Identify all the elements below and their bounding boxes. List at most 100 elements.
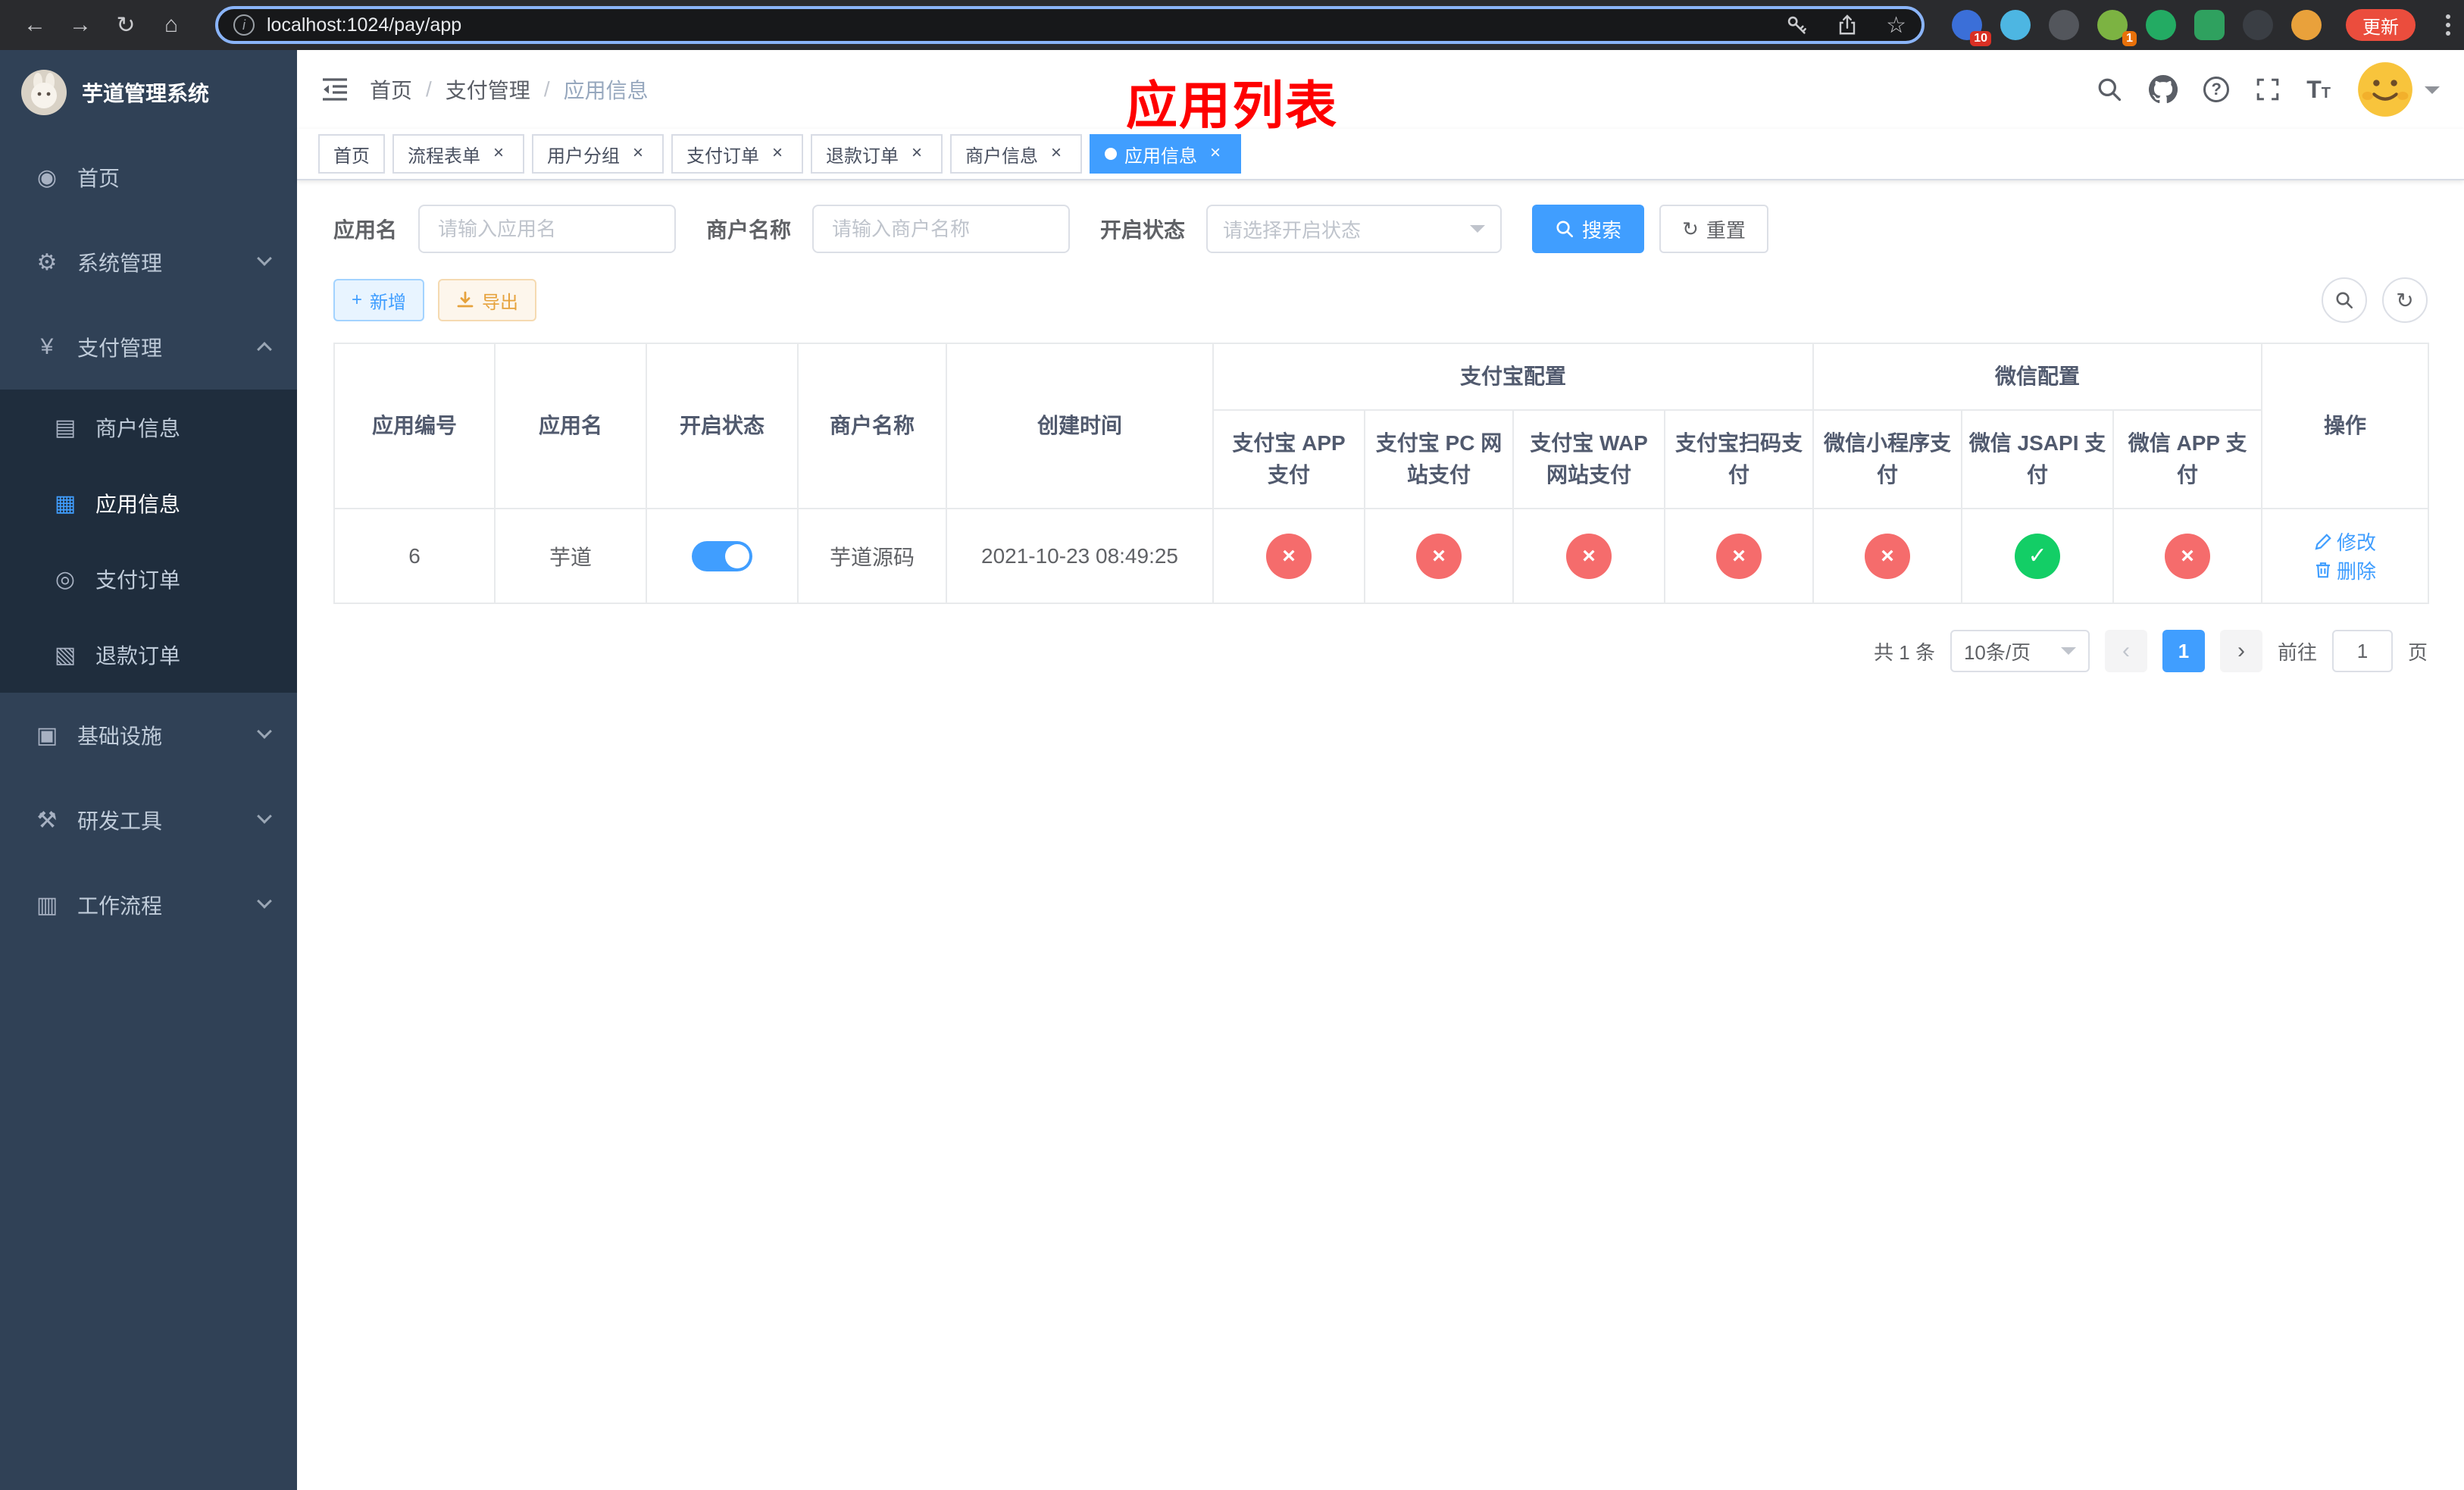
page-number-1[interactable]: 1: [2162, 630, 2205, 672]
browser-back-icon[interactable]: ←: [15, 5, 55, 45]
trash-icon: [2316, 562, 2331, 578]
export-button[interactable]: 导出: [438, 279, 537, 321]
chevron-down-icon: [1470, 225, 1486, 240]
sidebar-item-refund-order[interactable]: ▧ 退款订单: [0, 617, 297, 693]
sidebar-item-devtools[interactable]: ⚒ 研发工具: [0, 778, 297, 862]
address-bar[interactable]: i localhost:1024/pay/app ☆: [215, 6, 1925, 44]
status-select[interactable]: 请选择开启状态: [1206, 205, 1502, 253]
chevron-down-icon: [257, 251, 272, 266]
sidebar-item-app-info[interactable]: ▦ 应用信息: [0, 465, 297, 541]
merchant-name-input[interactable]: [812, 205, 1071, 253]
goto-page-input[interactable]: [2331, 630, 2393, 672]
col-status: 开启状态: [646, 343, 799, 509]
app-name-input[interactable]: [418, 205, 677, 253]
tab-close-icon[interactable]: ×: [767, 143, 788, 164]
breadcrumb-home[interactable]: 首页: [370, 74, 412, 105]
url-text[interactable]: localhost:1024/pay/app: [267, 14, 1757, 36]
sidebar-item-system[interactable]: ⚙ 系统管理: [0, 220, 297, 305]
sidebar-item-infrastructure[interactable]: ▣ 基础设施: [0, 693, 297, 778]
reset-button[interactable]: ↻ 重置: [1659, 205, 1768, 253]
monitor-icon: ▣: [36, 722, 58, 748]
chrome-update-button[interactable]: 更新: [2346, 9, 2416, 41]
tab-label: 首页: [333, 146, 370, 167]
tab-close-icon[interactable]: ×: [1205, 143, 1226, 164]
tab-close-icon[interactable]: ×: [906, 143, 927, 164]
sidebar-item-home[interactable]: ◉ 首页: [0, 135, 297, 220]
status-toggle[interactable]: [692, 540, 752, 571]
navbar-actions: ? TT: [2096, 61, 2440, 118]
tab-close-icon[interactable]: ×: [1046, 143, 1067, 164]
extension-icon[interactable]: [2243, 10, 2273, 40]
help-icon[interactable]: ?: [2203, 77, 2230, 102]
delete-link-label: 删除: [2337, 559, 2377, 583]
browser-forward-icon[interactable]: →: [61, 5, 100, 45]
bookmark-star-icon[interactable]: ☆: [1886, 12, 1906, 39]
tab-flow-form[interactable]: 流程表单 ×: [392, 134, 524, 174]
col-wechat-jsapi: 微信 JSAPI 支付: [1961, 409, 2115, 509]
browser-menu-icon[interactable]: [2440, 8, 2456, 42]
breadcrumb-payment[interactable]: 支付管理: [446, 74, 530, 105]
pagination: 共 1 条 10条/页 ‹ 1 › 前往 页: [333, 630, 2428, 672]
share-icon[interactable]: [1836, 13, 1859, 37]
fullscreen-icon[interactable]: [2255, 77, 2281, 102]
edit-link[interactable]: 修改: [2314, 527, 2376, 556]
filter-merchant-name: 商户名称: [706, 205, 1071, 253]
tab-label: 退款订单: [826, 146, 899, 167]
user-menu[interactable]: [2356, 61, 2440, 118]
extension-icon[interactable]: [2291, 10, 2322, 40]
extension-icon[interactable]: [2000, 10, 2031, 40]
github-icon[interactable]: [2149, 75, 2178, 104]
sidebar-fold-icon[interactable]: [321, 77, 349, 102]
table-toolbar: + 新增 导出 ↻: [333, 277, 2428, 323]
add-button[interactable]: + 新增: [333, 279, 425, 321]
extension-icon[interactable]: 10: [1952, 10, 1991, 46]
extension-icon[interactable]: [2049, 10, 2079, 40]
tab-close-icon[interactable]: ×: [627, 143, 649, 164]
page-size-select[interactable]: 10条/页: [1950, 630, 2090, 672]
sidebar-item-label: 支付订单: [95, 568, 181, 592]
col-app-name: 应用名: [494, 343, 647, 509]
prev-page-button[interactable]: ‹: [2104, 630, 2147, 672]
browser-home-icon[interactable]: ⌂: [152, 5, 191, 45]
browser-toolbar: ← → ↻ ⌂ i localhost:1024/pay/app ☆ 10 1 …: [0, 0, 2464, 50]
tab-user-group[interactable]: 用户分组 ×: [532, 134, 664, 174]
tab-home[interactable]: 首页: [318, 134, 385, 174]
tab-app-info[interactable]: 应用信息 ×: [1090, 134, 1241, 174]
sidebar-item-pay-order[interactable]: ◎ 支付订单: [0, 541, 297, 617]
password-key-icon[interactable]: [1784, 13, 1809, 37]
screen: ← → ↻ ⌂ i localhost:1024/pay/app ☆ 10 1 …: [0, 0, 2464, 1490]
site-info-icon[interactable]: i: [233, 14, 255, 36]
extension-icon[interactable]: [2194, 10, 2225, 40]
breadcrumb-current: 应用信息: [563, 79, 649, 102]
sidebar-item-merchant-info[interactable]: ▤ 商户信息: [0, 390, 297, 465]
toggle-search-button[interactable]: [2322, 277, 2367, 323]
card-icon: ▤: [54, 415, 77, 440]
tab-close-icon[interactable]: ×: [488, 143, 509, 164]
search-icon: [2336, 292, 2353, 309]
export-button-label: 导出: [482, 292, 519, 313]
tab-refund-order[interactable]: 退款订单 ×: [811, 134, 943, 174]
col-alipay-qr: 支付宝扫码支付: [1663, 409, 1815, 509]
refresh-table-button[interactable]: ↻: [2382, 277, 2428, 323]
download-icon: [457, 291, 474, 308]
col-alipay-app: 支付宝 APP 支付: [1212, 409, 1365, 509]
sidebar: 芋道管理系统 ◉ 首页 ⚙ 系统管理 ¥ 支付管理 ▤ 商户信息 ▦ 应用信息 …: [0, 50, 297, 1490]
table-row: 6 芋道 芋道源码 2021-10-23 08:49:25 × × × × × …: [333, 508, 2430, 604]
font-size-icon[interactable]: TT: [2306, 77, 2331, 102]
search-button[interactable]: 搜索: [1532, 205, 1645, 253]
extension-icon[interactable]: 1: [2097, 10, 2137, 46]
next-page-button[interactable]: ›: [2219, 630, 2262, 672]
sidebar-logo[interactable]: 芋道管理系统: [0, 50, 297, 135]
sidebar-item-label: 系统管理: [77, 252, 163, 275]
chevron-down-icon: [257, 724, 272, 739]
logo-avatar: [21, 70, 67, 115]
delete-link[interactable]: 删除: [2314, 556, 2376, 584]
sidebar-item-payment[interactable]: ¥ 支付管理: [0, 305, 297, 390]
tab-merchant-info[interactable]: 商户信息 ×: [950, 134, 1082, 174]
main-area: 首页 / 支付管理 / 应用信息 ? T T 首页 流程表单 × 用户分组 × …: [297, 50, 2464, 1490]
extension-icon[interactable]: [2146, 10, 2176, 40]
tab-pay-order[interactable]: 支付订单 ×: [671, 134, 803, 174]
browser-reload-icon[interactable]: ↻: [106, 5, 145, 45]
sidebar-item-workflow[interactable]: ▥ 工作流程: [0, 862, 297, 947]
search-icon[interactable]: [2096, 76, 2123, 103]
